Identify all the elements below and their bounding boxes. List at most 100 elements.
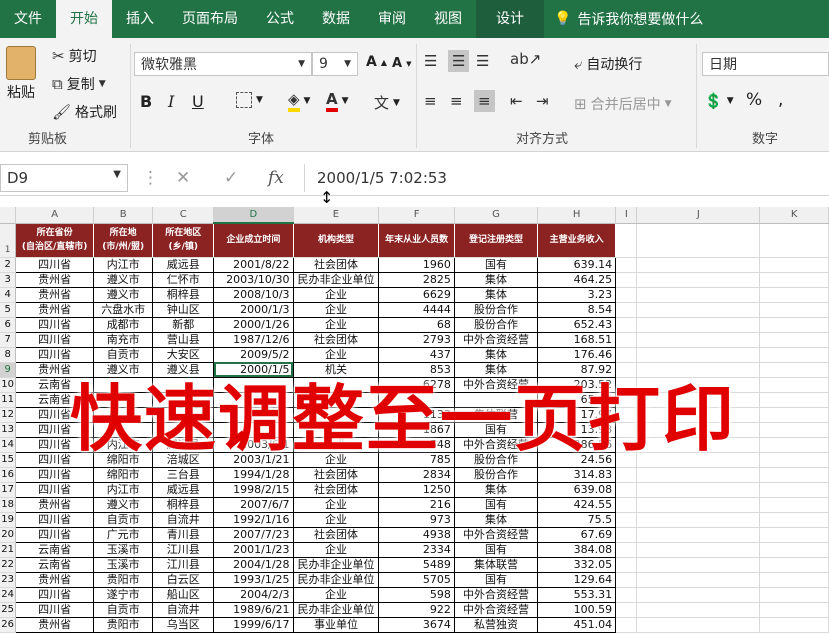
- orientation-button[interactable]: ab↗: [510, 50, 541, 68]
- empty-cell[interactable]: [636, 287, 761, 303]
- table-cell[interactable]: 企业: [293, 542, 380, 558]
- empty-cell[interactable]: [615, 287, 638, 303]
- row-number[interactable]: 20: [0, 527, 17, 543]
- column-header-F[interactable]: F: [378, 207, 455, 224]
- empty-cell[interactable]: [615, 572, 638, 588]
- table-cell[interactable]: 451.04: [537, 617, 617, 633]
- table-cell[interactable]: 贵州省: [15, 572, 94, 588]
- comma-button[interactable]: ,: [778, 90, 783, 110]
- table-cell[interactable]: 营山县: [152, 332, 215, 348]
- row-number[interactable]: 3: [0, 272, 17, 288]
- table-cell[interactable]: 2007/7/23: [213, 527, 294, 543]
- table-cell[interactable]: 民办非企业单位: [293, 572, 380, 588]
- table-cell[interactable]: 桐梓县: [152, 497, 215, 513]
- row-number[interactable]: 26: [0, 617, 17, 633]
- column-header-D[interactable]: D: [213, 207, 294, 224]
- table-cell[interactable]: 639.08: [537, 482, 617, 498]
- table-cell[interactable]: 股份合作: [454, 302, 539, 318]
- table-cell[interactable]: 四川省: [15, 257, 94, 273]
- empty-cell[interactable]: [636, 557, 761, 573]
- table-cell[interactable]: 青川县: [152, 527, 215, 543]
- empty-cell[interactable]: [759, 542, 829, 558]
- table-cell[interactable]: 4938: [378, 527, 455, 543]
- empty-cell[interactable]: [636, 223, 761, 258]
- tab-review[interactable]: 审阅: [364, 0, 420, 38]
- table-cell[interactable]: 遵义市: [93, 287, 154, 303]
- empty-cell[interactable]: [636, 332, 761, 348]
- table-cell[interactable]: 钟山区: [152, 302, 215, 318]
- table-cell[interactable]: 四川省: [15, 602, 94, 618]
- empty-cell[interactable]: [615, 223, 638, 258]
- table-cell[interactable]: 2001/1/23: [213, 542, 294, 558]
- empty-cell[interactable]: [636, 302, 761, 318]
- empty-cell[interactable]: [636, 512, 761, 528]
- empty-cell[interactable]: [759, 557, 829, 573]
- row-number[interactable]: 10: [0, 377, 17, 393]
- table-cell[interactable]: 中外合资经营: [454, 332, 539, 348]
- shrink-font-button[interactable]: A ▼: [392, 56, 411, 71]
- table-cell[interactable]: 2003/10/30: [213, 272, 294, 288]
- table-cell[interactable]: 129.64: [537, 572, 617, 588]
- empty-cell[interactable]: [759, 332, 829, 348]
- table-cell[interactable]: 社会团体: [293, 482, 380, 498]
- table-cell[interactable]: 1999/6/17: [213, 617, 294, 633]
- empty-cell[interactable]: [636, 602, 761, 618]
- table-cell[interactable]: 集体: [454, 482, 539, 498]
- table-cell[interactable]: 652.43: [537, 317, 617, 333]
- table-cell[interactable]: 1998/2/15: [213, 482, 294, 498]
- column-header-C[interactable]: C: [152, 207, 215, 224]
- table-cell[interactable]: 社会团体: [293, 257, 380, 273]
- percent-button[interactable]: %: [746, 90, 762, 110]
- row-number[interactable]: 18: [0, 497, 17, 513]
- copy-button[interactable]: ⧉ 复制 ▼: [52, 74, 106, 94]
- header-cell[interactable]: 所在地 (市/州/盟): [93, 223, 154, 258]
- empty-cell[interactable]: [636, 257, 761, 273]
- table-cell[interactable]: 云南省: [15, 557, 94, 573]
- header-cell[interactable]: 年末从业人员数: [378, 223, 455, 258]
- fill-color-button[interactable]: ◈ ▼: [288, 90, 310, 112]
- number-format-select[interactable]: 日期: [702, 52, 829, 76]
- table-cell[interactable]: 1993/1/25: [213, 572, 294, 588]
- empty-cell[interactable]: [615, 332, 638, 348]
- borders-button[interactable]: ▼: [236, 92, 263, 108]
- tab-design[interactable]: 设计: [476, 0, 544, 38]
- table-cell[interactable]: 威远县: [152, 482, 215, 498]
- table-cell[interactable]: 424.55: [537, 497, 617, 513]
- table-cell[interactable]: 国有: [454, 572, 539, 588]
- header-cell[interactable]: 企业成立时间: [213, 223, 294, 258]
- column-header-J[interactable]: J: [636, 207, 761, 224]
- table-cell[interactable]: 8.54: [537, 302, 617, 318]
- empty-cell[interactable]: [615, 542, 638, 558]
- accounting-button[interactable]: 💲 ▼: [704, 92, 734, 110]
- enter-icon[interactable]: ✓: [224, 168, 238, 188]
- table-cell[interactable]: 2001/8/22: [213, 257, 294, 273]
- column-header-A[interactable]: A: [15, 207, 94, 224]
- phonetic-button[interactable]: 文 ▼: [374, 92, 400, 113]
- table-cell[interactable]: 股份合作: [454, 467, 539, 483]
- table-cell[interactable]: 5489: [378, 557, 455, 573]
- table-cell[interactable]: 2008/10/3: [213, 287, 294, 303]
- row-number[interactable]: 24: [0, 587, 17, 603]
- table-cell[interactable]: 2334: [378, 542, 455, 558]
- table-cell[interactable]: 玉溪市: [93, 557, 154, 573]
- formula-input[interactable]: 2000/1/5 7:02:53: [304, 164, 829, 192]
- empty-cell[interactable]: [759, 587, 829, 603]
- table-cell[interactable]: 私营独资: [454, 617, 539, 633]
- align-right-button[interactable]: ≡: [474, 90, 495, 112]
- row-number[interactable]: 25: [0, 602, 17, 618]
- empty-cell[interactable]: [636, 572, 761, 588]
- row-number[interactable]: 9: [0, 362, 17, 378]
- header-cell[interactable]: 机构类型: [293, 223, 380, 258]
- table-cell[interactable]: 2793: [378, 332, 455, 348]
- table-cell[interactable]: 民办非企业单位: [293, 557, 380, 573]
- row-number[interactable]: 8: [0, 347, 17, 363]
- table-cell[interactable]: 四川省: [15, 317, 94, 333]
- empty-cell[interactable]: [615, 497, 638, 513]
- table-cell[interactable]: 股份合作: [454, 317, 539, 333]
- underline-button[interactable]: U: [192, 92, 204, 111]
- table-cell[interactable]: 企业: [293, 497, 380, 513]
- table-cell[interactable]: 2004/2/3: [213, 587, 294, 603]
- table-cell[interactable]: 384.08: [537, 542, 617, 558]
- tab-insert[interactable]: 插入: [112, 0, 168, 38]
- row-number[interactable]: 14: [0, 437, 17, 453]
